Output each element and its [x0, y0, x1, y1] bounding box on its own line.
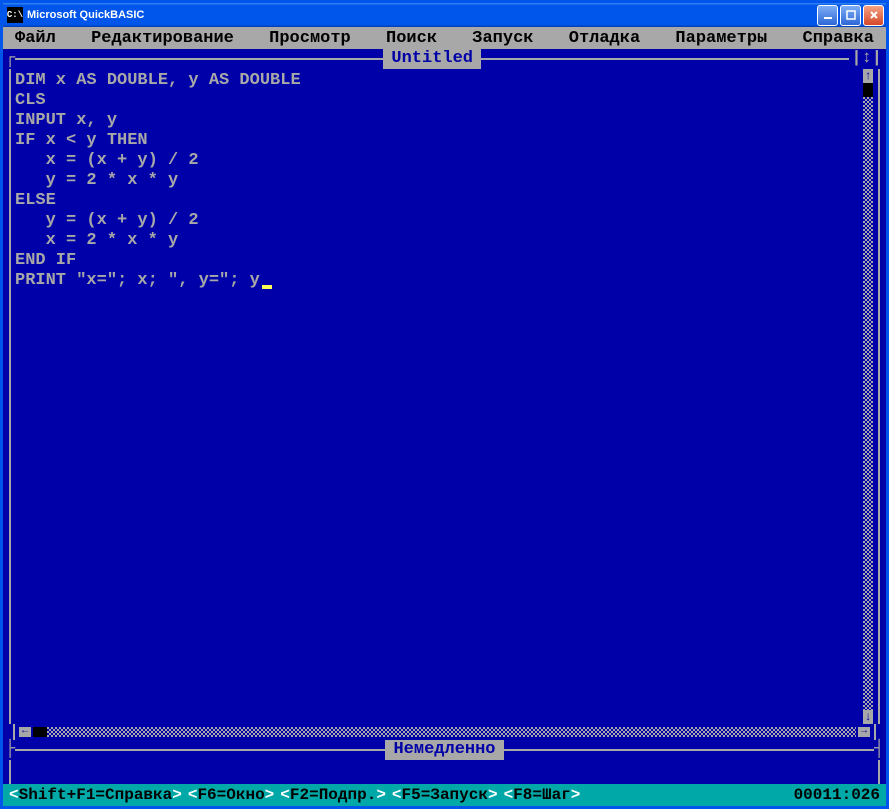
menu-debug[interactable]: Отладка: [561, 29, 648, 48]
immediate-titlebar: ├ Немедленно ┤: [5, 740, 884, 760]
close-button[interactable]: [863, 5, 884, 26]
minimize-button[interactable]: [817, 5, 838, 26]
hint-window: <F6=Окно>: [188, 786, 274, 804]
text-cursor: [262, 285, 272, 289]
menu-edit[interactable]: Редактирование: [83, 29, 242, 48]
titlebar[interactable]: C:\ Microsoft QuickBASIC: [3, 3, 886, 27]
frame-left: [9, 69, 11, 724]
code-editor[interactable]: DIM x AS DOUBLE, y AS DOUBLE CLS INPUT x…: [15, 69, 862, 724]
menu-options[interactable]: Параметры: [667, 29, 775, 48]
window-title: Microsoft QuickBASIC: [27, 9, 817, 21]
editor-frame: ┌ Untitled |↕| DIM x AS DOUBLE, y AS DOU…: [5, 49, 884, 740]
menu-file[interactable]: Файл: [7, 29, 64, 48]
hint-step: <F8=Шаг>: [504, 786, 581, 804]
scroll-right-icon[interactable]: →: [858, 727, 870, 737]
status-hints: <Shift+F1=Справка> <F6=Окно> <F2=Подпр.>…: [9, 786, 794, 804]
menu-bar: Файл Редактирование Просмотр Поиск Запус…: [3, 27, 886, 49]
immediate-window[interactable]: [15, 760, 874, 784]
vscroll-thumb[interactable]: [863, 83, 873, 97]
frame-right: [878, 69, 880, 724]
scroll-left-icon[interactable]: ←: [19, 727, 31, 737]
cursor-position: 00011:026: [794, 786, 880, 804]
app-window: C:\ Microsoft QuickBASIC Файл Редактиров…: [0, 0, 889, 809]
hint-sub: <F2=Подпр.>: [280, 786, 386, 804]
menu-view[interactable]: Просмотр: [261, 29, 359, 48]
menu-help[interactable]: Справка: [795, 29, 882, 48]
frame-corner: ┌: [5, 49, 15, 69]
editor-title: Untitled: [383, 49, 481, 69]
vertical-scrollbar[interactable]: ↑ ↓: [862, 69, 874, 724]
menu-search[interactable]: Поиск: [378, 29, 445, 48]
hscroll-thumb[interactable]: [33, 727, 47, 737]
immediate-title: Немедленно: [385, 740, 503, 760]
app-icon: C:\: [7, 7, 23, 23]
editor-titlebar: ┌ Untitled |↕|: [5, 49, 884, 69]
vscroll-track[interactable]: [863, 83, 873, 710]
hint-run: <F5=Запуск>: [392, 786, 498, 804]
menu-run[interactable]: Запуск: [464, 29, 541, 48]
hscroll-track[interactable]: [33, 727, 856, 737]
content-area: ┌ Untitled |↕| DIM x AS DOUBLE, y AS DOU…: [3, 49, 886, 784]
editor-maximize-icon[interactable]: |↕|: [849, 49, 884, 69]
horizontal-scrollbar[interactable]: ← →: [5, 724, 884, 740]
scroll-up-icon[interactable]: ↑: [863, 69, 873, 83]
immediate-frame: ├ Немедленно ┤: [5, 740, 884, 784]
hint-help: <Shift+F1=Справка>: [9, 786, 182, 804]
code-text: DIM x AS DOUBLE, y AS DOUBLE CLS INPUT x…: [15, 71, 301, 290]
scroll-down-icon[interactable]: ↓: [863, 710, 873, 724]
maximize-button[interactable]: [840, 5, 861, 26]
status-bar: <Shift+F1=Справка> <F6=Окно> <F2=Подпр.>…: [3, 784, 886, 806]
